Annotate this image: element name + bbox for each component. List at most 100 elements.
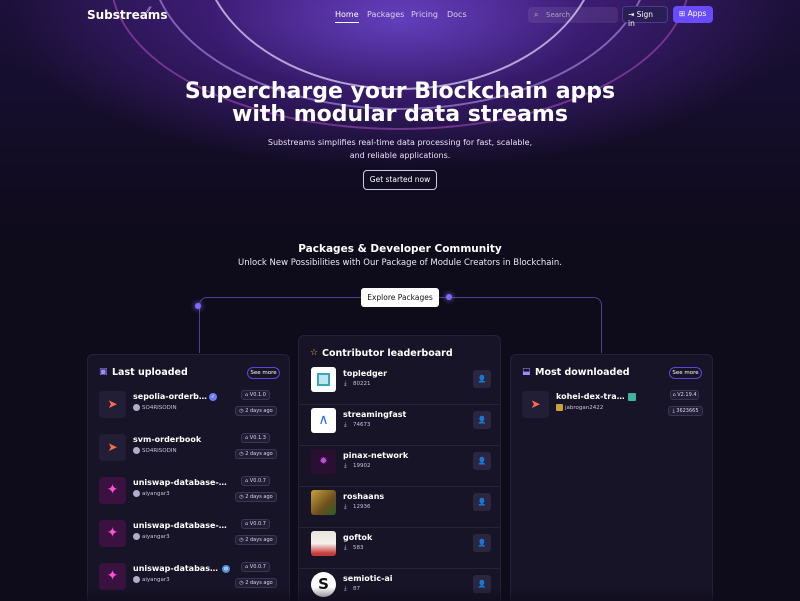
package-item[interactable]: ➤ kohei-dex-trades jabrogan2422 ⌂ V2.19.… bbox=[511, 388, 712, 430]
package-name[interactable]: svm-orderbook bbox=[133, 435, 243, 444]
avatar bbox=[133, 490, 140, 497]
version-label: V0.0.7 bbox=[249, 521, 266, 527]
connector-dot bbox=[195, 303, 201, 309]
apps-button[interactable]: ⊞ Apps bbox=[673, 6, 713, 23]
streamingfast-icon: ➤ bbox=[99, 391, 126, 418]
most-downloaded-panel: ⬓ Most downloaded See more ➤ kohei-dex-t… bbox=[510, 354, 713, 601]
avatar bbox=[133, 404, 140, 411]
profile-button[interactable]: 👤 bbox=[473, 493, 491, 511]
package-author: aiyangar3 bbox=[142, 491, 170, 497]
nav-link-docs[interactable]: Docs bbox=[447, 10, 467, 19]
community-subtitle: Unlock New Possibilities with Our Packag… bbox=[238, 258, 562, 268]
avatar bbox=[133, 447, 140, 454]
leaderboard-row[interactable]: goftok ⤓ 583 👤 bbox=[299, 528, 500, 569]
leaderboard-title: Contributor leaderboard bbox=[322, 348, 453, 359]
signin-icon: ⇥ bbox=[628, 10, 637, 19]
hero-subtitle-line1: Substreams simplifies real-time data pro… bbox=[267, 138, 533, 147]
download-count: 80221 bbox=[353, 381, 371, 387]
package-author: aiyangar3 bbox=[142, 534, 170, 540]
package-item[interactable]: ✦ uniswap-database-ch... aiyangar3 ⌂ V0.… bbox=[88, 517, 289, 559]
connector-dot bbox=[446, 294, 452, 300]
version-badge: ⌂ V0.1.0 bbox=[241, 390, 270, 400]
see-more-button[interactable]: See more bbox=[247, 367, 280, 379]
last-uploaded-panel: ▣ Last uploaded See more ➤ sepolia-order… bbox=[87, 354, 290, 601]
profile-button[interactable]: 👤 bbox=[473, 370, 491, 388]
globe-icon: ◍ bbox=[222, 565, 230, 573]
version-badge: ⌂ V0.0.7 bbox=[241, 476, 270, 486]
logo-mark-icon: ⁄⁄ bbox=[147, 6, 151, 16]
leaderboard-row[interactable]: roshaans ⤓ 12936 👤 bbox=[299, 487, 500, 528]
topledger-avatar bbox=[311, 367, 336, 392]
contributor-name[interactable]: pinax-network bbox=[343, 451, 408, 460]
package-author: SO4RISODIN bbox=[142, 405, 177, 411]
search-input[interactable] bbox=[546, 9, 614, 21]
profile-button[interactable]: 👤 bbox=[473, 411, 491, 429]
avatar bbox=[133, 533, 140, 540]
streamingfast-icon: ➤ bbox=[99, 434, 126, 461]
leaderboard-row[interactable]: ∧ streamingfast ⤓ 74673 👤 bbox=[299, 405, 500, 446]
package-author: aiyangar3 bbox=[142, 577, 170, 583]
version-label: V0.1.0 bbox=[249, 392, 266, 398]
download-count: 583 bbox=[353, 545, 364, 551]
package-author: SO4RISODIN bbox=[142, 448, 177, 454]
package-icon: ▣ bbox=[99, 367, 108, 377]
star-icon: ☆ bbox=[310, 348, 319, 358]
community-title: Packages & Developer Community bbox=[298, 243, 502, 255]
signin-button[interactable]: ⇥ Sign in bbox=[622, 6, 668, 28]
contributor-name[interactable]: semiotic-ai bbox=[343, 574, 393, 583]
nav-link-packages[interactable]: Packages bbox=[367, 10, 404, 19]
package-name[interactable]: sepolia-orderbook bbox=[133, 392, 208, 401]
search-icon: ⌕ bbox=[534, 10, 539, 19]
goftok-avatar bbox=[311, 531, 336, 556]
see-more-button[interactable]: See more bbox=[669, 367, 702, 379]
package-name[interactable]: uniswap-database-ch... bbox=[133, 521, 229, 530]
contributor-name[interactable]: streamingfast bbox=[343, 410, 406, 419]
profile-button[interactable]: 👤 bbox=[473, 534, 491, 552]
logo[interactable]: Substreams bbox=[87, 8, 167, 22]
unicorn-icon: ✦ bbox=[99, 563, 126, 590]
nav-link-home[interactable]: Home bbox=[335, 10, 359, 23]
get-started-button[interactable]: Get started now bbox=[363, 170, 437, 190]
grid-icon: ⊞ bbox=[679, 9, 688, 18]
avatar bbox=[556, 404, 563, 411]
date-badge: ◷ 2 days ago bbox=[235, 492, 277, 502]
unicorn-icon: ✦ bbox=[99, 520, 126, 547]
date-label: 2 days ago bbox=[245, 408, 273, 414]
date-label: 2 days ago bbox=[245, 451, 273, 457]
package-item[interactable]: ✦ uniswap-database-ch... aiyangar3 ⌂ V0.… bbox=[88, 474, 289, 516]
download-icon: ⤓ bbox=[344, 462, 347, 469]
tag-icon bbox=[628, 393, 636, 401]
download-box-icon: ⬓ bbox=[522, 367, 531, 377]
version-label: V2.19.4 bbox=[677, 392, 697, 398]
nav-link-pricing[interactable]: Pricing bbox=[411, 10, 438, 19]
explore-packages-button[interactable]: Explore Packages bbox=[361, 288, 439, 307]
leaderboard-row[interactable]: ✹ pinax-network ⤓ 19902 👤 bbox=[299, 446, 500, 487]
version-badge: ⌂ V0.0.7 bbox=[241, 562, 270, 572]
download-icon: ⤓ bbox=[344, 503, 347, 510]
profile-button[interactable]: 👤 bbox=[473, 452, 491, 470]
package-name[interactable]: uniswap-database-... bbox=[133, 564, 221, 573]
search-box[interactable]: ⌕ bbox=[528, 7, 618, 23]
contributor-leaderboard-panel: ☆ Contributor leaderboard topledger ⤓ 80… bbox=[298, 335, 501, 601]
streamingfast-icon: ➤ bbox=[522, 391, 549, 418]
package-item[interactable]: ➤ svm-orderbook SO4RISODIN ⌂ V0.1.3 ◷ 2 … bbox=[88, 431, 289, 473]
hero-title: Supercharge your Blockchain apps with mo… bbox=[0, 80, 800, 126]
leaderboard-row[interactable]: topledger ⤓ 80221 👤 bbox=[299, 364, 500, 405]
hero-subtitle-line2: and reliable applications. bbox=[349, 151, 451, 160]
version-label: V0.0.7 bbox=[249, 564, 266, 570]
package-name[interactable]: kohei-dex-trades bbox=[556, 392, 626, 401]
date-label: 2 days ago bbox=[245, 580, 273, 586]
contributor-name[interactable]: goftok bbox=[343, 533, 372, 542]
package-name[interactable]: uniswap-database-ch... bbox=[133, 478, 229, 487]
downloads-label: 3623665 bbox=[676, 408, 699, 414]
top-nav: Substreams ⁄⁄ Home Packages Pricing Docs… bbox=[0, 0, 800, 30]
last-uploaded-title: Last uploaded bbox=[112, 367, 188, 378]
version-badge: ⌂ V2.19.4 bbox=[670, 390, 699, 400]
pinax-avatar: ✹ bbox=[311, 449, 336, 474]
hero-title-line1: Supercharge your Blockchain apps bbox=[184, 79, 616, 104]
package-item[interactable]: ➤ sepolia-orderbook ✓ SO4RISODIN ⌂ V0.1.… bbox=[88, 388, 289, 430]
contributor-name[interactable]: roshaans bbox=[343, 492, 384, 501]
date-label: 2 days ago bbox=[245, 537, 273, 543]
unicorn-icon: ✦ bbox=[99, 477, 126, 504]
contributor-name[interactable]: topledger bbox=[343, 369, 387, 378]
